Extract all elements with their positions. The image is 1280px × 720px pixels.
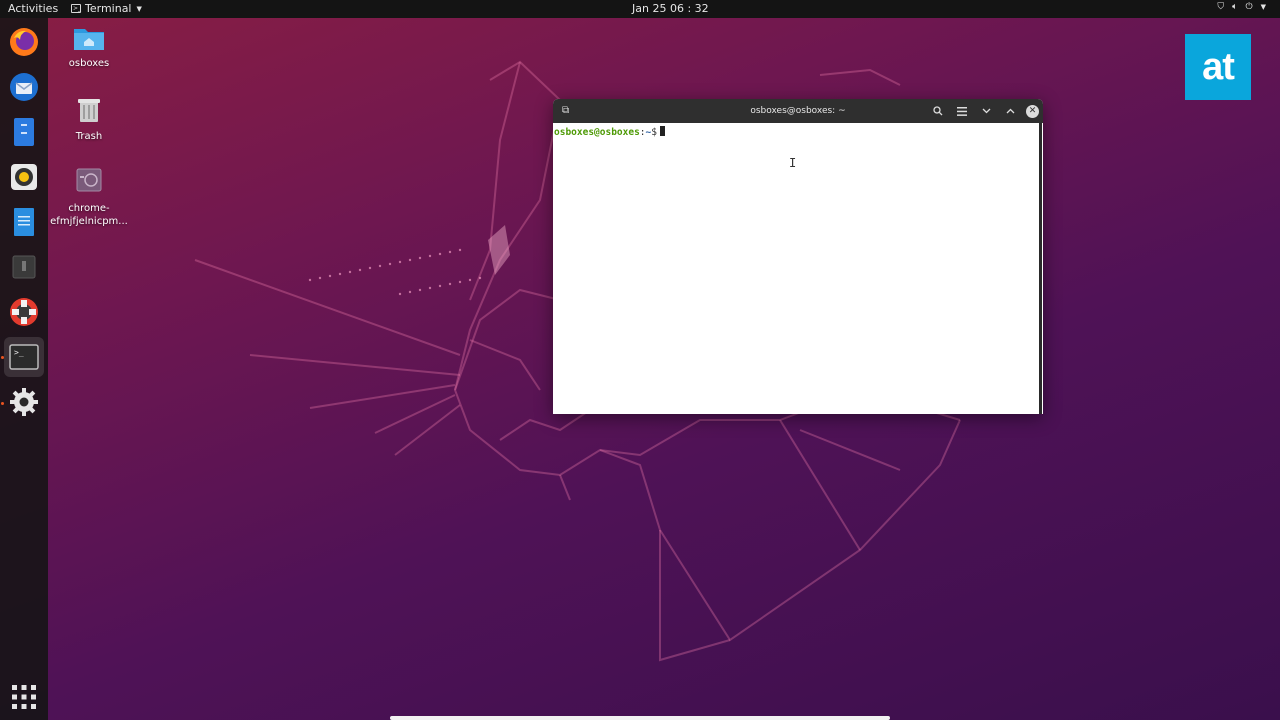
running-indicator — [1, 356, 4, 359]
maximize-icon[interactable] — [1002, 103, 1018, 119]
desktop-icon-trash[interactable]: Trash — [47, 96, 131, 143]
files-icon — [14, 118, 34, 146]
power-icon: ⏻ — [1245, 2, 1253, 12]
thunderbird-icon — [10, 73, 38, 101]
terminal-title: osboxes@osboxes: ~ — [750, 106, 846, 116]
chevron-down-icon: ▼ — [1260, 3, 1266, 11]
desktop-icon-label: osboxes — [68, 58, 110, 69]
firefox-icon — [10, 28, 38, 56]
home-folder-icon — [74, 29, 104, 50]
svg-text:>_: >_ — [14, 348, 24, 357]
dock-rhythmbox[interactable] — [4, 157, 44, 197]
dock-settings[interactable] — [4, 382, 44, 422]
system-menu[interactable]: ⛉ 🔈︎ ⏻ ▼ — [1217, 2, 1266, 12]
search-icon[interactable] — [930, 103, 946, 119]
terminal-headerbar[interactable]: ⧉ osboxes@osboxes: ~ ✕ — [553, 99, 1043, 123]
dock-files[interactable] — [4, 112, 44, 152]
bottom-edge-bar — [390, 716, 890, 720]
prompt-user: osboxes@osboxes — [554, 127, 640, 138]
running-indicator — [1, 402, 4, 405]
desktop-icon-home[interactable]: osboxes — [47, 25, 131, 70]
show-applications-icon — [12, 685, 36, 709]
settings-icon — [10, 388, 38, 416]
clock[interactable]: Jan 25 06 : 32 — [632, 2, 709, 15]
dock-show-apps[interactable] — [4, 677, 44, 717]
dock-firefox[interactable] — [4, 22, 44, 62]
desktop-icon-label: chrome-efmjfjelnicpm... — [50, 203, 128, 227]
software-icon — [12, 255, 36, 279]
writer-icon — [14, 208, 34, 236]
app-menu-label: Terminal — [85, 2, 132, 15]
hamburger-menu-icon[interactable] — [954, 103, 970, 119]
activities-button[interactable]: Activities — [8, 2, 58, 15]
dock-terminal[interactable]: >_ — [4, 337, 44, 377]
minimize-icon[interactable] — [978, 103, 994, 119]
volume-icon: 🔈︎ — [1232, 2, 1238, 12]
new-tab-icon[interactable]: ⧉ — [562, 105, 569, 116]
dock-writer[interactable] — [4, 202, 44, 242]
chrome-app-icon — [76, 168, 102, 192]
shield-icon: ⛉ — [1217, 2, 1225, 12]
trash-icon — [78, 99, 100, 122]
chevron-down-icon: ▼ — [136, 4, 142, 13]
scrollbar[interactable] — [1039, 123, 1042, 414]
dock-thunderbird[interactable] — [4, 67, 44, 107]
prompt-symbol: $ — [651, 127, 657, 138]
terminal-icon: >_ — [9, 344, 39, 370]
close-icon[interactable]: ✕ — [1026, 104, 1039, 118]
terminal-window[interactable]: ⧉ osboxes@osboxes: ~ ✕ osboxes@osboxes:~… — [553, 99, 1043, 414]
brand-logo: at — [1185, 34, 1251, 100]
app-menu[interactable]: >_ Terminal ▼ — [71, 2, 142, 15]
text-cursor — [660, 126, 665, 136]
terminal-app-icon: >_ — [71, 4, 82, 13]
help-icon — [10, 298, 38, 326]
dock: >_ — [0, 18, 48, 720]
dock-help[interactable] — [4, 292, 44, 332]
desktop-icon-chrome-app[interactable]: chrome-efmjfjelnicpm... — [47, 167, 131, 228]
rhythmbox-icon — [11, 164, 37, 190]
top-bar: Activities >_ Terminal ▼ Jan 25 06 : 32 … — [0, 0, 1280, 18]
desktop-icon-label: Trash — [75, 131, 103, 142]
mouse-ibeam-cursor: I — [789, 156, 797, 170]
dock-software[interactable] — [4, 247, 44, 287]
